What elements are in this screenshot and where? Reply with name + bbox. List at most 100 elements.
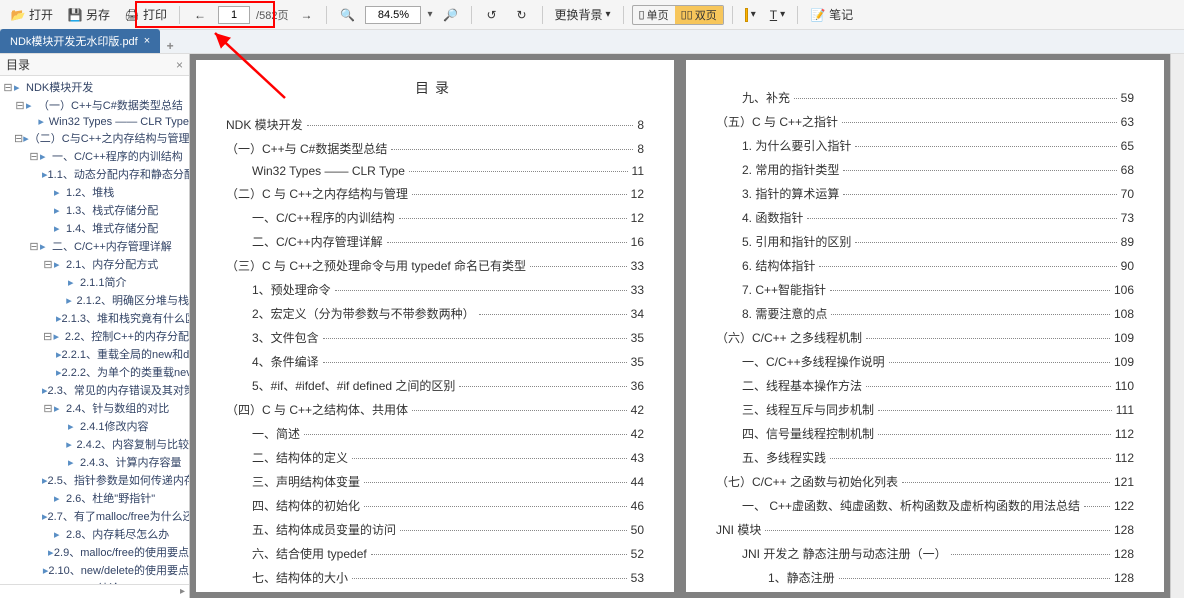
outline-node[interactable]: ⊟▸NDK模块开发 bbox=[0, 78, 189, 96]
toc-entry[interactable]: 二、C/C++内存管理详解16 bbox=[226, 233, 644, 250]
outline-node[interactable]: ▸2.9、malloc/free的使用要点 bbox=[0, 543, 189, 561]
toc-entry[interactable]: 六、结合使用 typedef52 bbox=[226, 545, 644, 562]
toc-entry[interactable]: 4. 函数指针73 bbox=[716, 209, 1134, 226]
scrollbar-vertical[interactable] bbox=[1170, 54, 1184, 598]
new-tab-button[interactable]: + bbox=[160, 39, 180, 53]
toc-entry[interactable]: Win32 Types —— CLR Type11 bbox=[226, 164, 644, 178]
toc-entry[interactable]: 一、简述42 bbox=[226, 425, 644, 442]
toc-entry[interactable]: 四、信号量线程控制机制112 bbox=[716, 425, 1134, 442]
sidebar-close-icon[interactable]: × bbox=[176, 58, 183, 72]
outline-node[interactable]: ▸2.4.1修改内容 bbox=[0, 417, 189, 435]
toc-entry[interactable]: 3、文件包含35 bbox=[226, 329, 644, 346]
toc-entry[interactable]: （五）C 与 C++之指针63 bbox=[716, 113, 1134, 130]
toc-entry[interactable]: 4、条件编译35 bbox=[226, 353, 644, 370]
zoom-in-button[interactable]: 🔎 bbox=[439, 5, 463, 25]
toc-entry[interactable]: （七）C/C++ 之函数与初始化列表121 bbox=[716, 473, 1134, 490]
outline-node[interactable]: ▸1.4、堆式存储分配 bbox=[0, 219, 189, 237]
scroll-right-icon[interactable]: ▸ bbox=[180, 586, 185, 597]
outline-node[interactable]: ▸2.3、常见的内存错误及其对策 bbox=[0, 381, 189, 399]
toc-entry[interactable]: 8. 需要注意的点108 bbox=[716, 305, 1134, 322]
toc-entry[interactable]: （四）C 与 C++之结构体、共用体42 bbox=[226, 401, 644, 418]
toc-entry[interactable]: 五、结构体成员变量的访问50 bbox=[226, 521, 644, 538]
toc-entry[interactable]: 二、结构体的定义43 bbox=[226, 449, 644, 466]
double-page-icon: ▯▯ bbox=[681, 8, 693, 21]
toc-entry[interactable]: 7. C++智能指针106 bbox=[716, 281, 1134, 298]
outline-node[interactable]: ▸2.4.2、内容复制与比较 bbox=[0, 435, 189, 453]
outline-node[interactable]: ⊟▸2.2、控制C++的内存分配 bbox=[0, 327, 189, 345]
toc-entry[interactable]: 2、宏定义（分为带参数与不带参数两种）34 bbox=[226, 305, 644, 322]
zoom-chevron-icon[interactable]: ▾ bbox=[427, 9, 432, 20]
outline-node[interactable]: ▸1.3、栈式存储分配 bbox=[0, 201, 189, 219]
outline-node[interactable]: ▸2.1.1简介 bbox=[0, 273, 189, 291]
toc-entry[interactable]: （六）C/C++ 之多线程机制109 bbox=[716, 329, 1134, 346]
background-button[interactable]: 更换背景 ▾ bbox=[551, 4, 615, 25]
toc-entry[interactable]: 6. 结构体指针90 bbox=[716, 257, 1134, 274]
outline-node[interactable]: ▸2.2.2、为单个的类重载nev bbox=[0, 363, 189, 381]
toc-entry[interactable]: 一、C/C++程序的内训结构12 bbox=[226, 209, 644, 226]
toggle-icon[interactable]: ⊟ bbox=[14, 99, 26, 112]
toggle-icon[interactable]: ⊟ bbox=[42, 330, 53, 343]
outline-node[interactable]: ⊟▸（一）C++与C#数据类型总结 bbox=[0, 96, 189, 114]
outline-node[interactable]: ▸2.5、指针参数是如何传递内存 bbox=[0, 471, 189, 489]
toc-entry[interactable]: JNI 模块128 bbox=[716, 521, 1134, 538]
outline-node[interactable]: ▸2.6、杜绝"野指针" bbox=[0, 489, 189, 507]
save-button[interactable]: 💾另存 bbox=[63, 4, 114, 25]
toc-entry[interactable]: 5、#if、#ifdef、#if defined 之间的区别36 bbox=[226, 377, 644, 394]
outline-node[interactable]: ▸Win32 Types —— CLR Type bbox=[0, 114, 189, 129]
zoom-out-button[interactable]: 🔍 bbox=[335, 5, 359, 25]
toc-entry[interactable]: 九、补充59 bbox=[716, 89, 1134, 106]
outline-node[interactable]: ⊟▸（二）C与C++之内存结构与管理 bbox=[0, 129, 189, 147]
outline-node[interactable]: ⊟▸一、C/C++程序的内训结构 bbox=[0, 147, 189, 165]
toc-entry[interactable]: 1、预处理命令33 bbox=[226, 281, 644, 298]
document-tab[interactable]: NDk模块开发无水印版.pdf × bbox=[0, 29, 160, 53]
toc-entry[interactable]: 七、结构体的大小53 bbox=[226, 569, 644, 586]
outline-node[interactable]: ⊟▸2.1、内存分配方式 bbox=[0, 255, 189, 273]
toc-entry[interactable]: 3. 指针的算术运算70 bbox=[716, 185, 1134, 202]
toc-entry[interactable]: 2. 常用的指针类型68 bbox=[716, 161, 1134, 178]
toc-entry[interactable]: 1. 为什么要引入指针65 bbox=[716, 137, 1134, 154]
rotate-left-button[interactable]: ↺ bbox=[480, 5, 504, 25]
toggle-icon[interactable]: ⊟ bbox=[42, 402, 54, 415]
outline-node[interactable]: ⊟▸二、C/C++内存管理详解 bbox=[0, 237, 189, 255]
toc-entry[interactable]: NDK 模块开发8 bbox=[226, 116, 644, 133]
toc-entry[interactable]: 三、声明结构体变量44 bbox=[226, 473, 644, 490]
rotate-right-button[interactable]: ↻ bbox=[510, 5, 534, 25]
toggle-icon[interactable]: ⊟ bbox=[28, 240, 40, 253]
toc-entry[interactable]: 5. 引用和指针的区别89 bbox=[716, 233, 1134, 250]
toggle-icon[interactable]: ⊟ bbox=[28, 150, 40, 163]
toc-entry[interactable]: 一、 C++虚函数、纯虚函数、析构函数及虚析构函数的用法总结122 bbox=[716, 497, 1134, 514]
toc-entry[interactable]: （三）C 与 C++之预处理命令与用 typedef 命名已有类型33 bbox=[226, 257, 644, 274]
outline-node[interactable]: ▸2.8、内存耗尽怎么办 bbox=[0, 525, 189, 543]
note-button[interactable]: 📝笔记 bbox=[806, 4, 857, 25]
open-button[interactable]: 📂打开 bbox=[6, 4, 57, 25]
outline-node[interactable]: ▸1.2、堆栈 bbox=[0, 183, 189, 201]
outline-node[interactable]: ▸2.2.1、重载全局的new和d bbox=[0, 345, 189, 363]
next-page-button[interactable]: → bbox=[294, 5, 318, 25]
outline-node[interactable]: ▸2.1.3、堆和栈究竟有什么区 bbox=[0, 309, 189, 327]
toggle-icon[interactable]: ⊟ bbox=[14, 132, 23, 145]
text-tool-button[interactable]: T▾ bbox=[766, 6, 789, 24]
toc-entry[interactable]: 二、线程基本操作方法110 bbox=[716, 377, 1134, 394]
toc-entry[interactable]: 一、C/C++多线程操作说明109 bbox=[716, 353, 1134, 370]
outline-node[interactable]: ▸1.1、动态分配内存和静态分配 bbox=[0, 165, 189, 183]
toggle-icon[interactable]: ⊟ bbox=[42, 258, 54, 271]
toc-entry[interactable]: 1、静态注册128 bbox=[716, 569, 1134, 586]
outline-node[interactable]: ▸2.10、new/delete的使用要点 bbox=[0, 561, 189, 579]
toc-entry[interactable]: （一）C++与 C#数据类型总结8 bbox=[226, 140, 644, 157]
toc-entry[interactable]: JNI 开发之 静态注册与动态注册（一）128 bbox=[716, 545, 1134, 562]
highlight-button[interactable]: ▾ bbox=[741, 6, 760, 24]
toc-entry[interactable]: 三、线程互斥与同步机制111 bbox=[716, 401, 1134, 418]
toc-entry[interactable]: （二）C 与 C++之内存结构与管理12 bbox=[226, 185, 644, 202]
outline-node[interactable]: ⊟▸2.4、针与数组的对比 bbox=[0, 399, 189, 417]
single-page-button[interactable]: ▯单页 bbox=[633, 6, 675, 24]
bookmark-icon: ▸ bbox=[54, 222, 66, 235]
toc-entry[interactable]: 五、多线程实践112 bbox=[716, 449, 1134, 466]
double-page-button[interactable]: ▯▯双页 bbox=[675, 6, 723, 24]
outline-node[interactable]: ▸2.7、有了malloc/free为什么还 bbox=[0, 507, 189, 525]
outline-node[interactable]: ▸2.1.2、明确区分堆与栈 bbox=[0, 291, 189, 309]
toggle-icon[interactable]: ⊟ bbox=[2, 81, 14, 94]
toc-entry[interactable]: 四、结构体的初始化46 bbox=[226, 497, 644, 514]
tab-close-icon[interactable]: × bbox=[144, 35, 150, 47]
outline-node[interactable]: ▸2.4.3、计算内存容量 bbox=[0, 453, 189, 471]
zoom-input[interactable] bbox=[365, 6, 421, 24]
